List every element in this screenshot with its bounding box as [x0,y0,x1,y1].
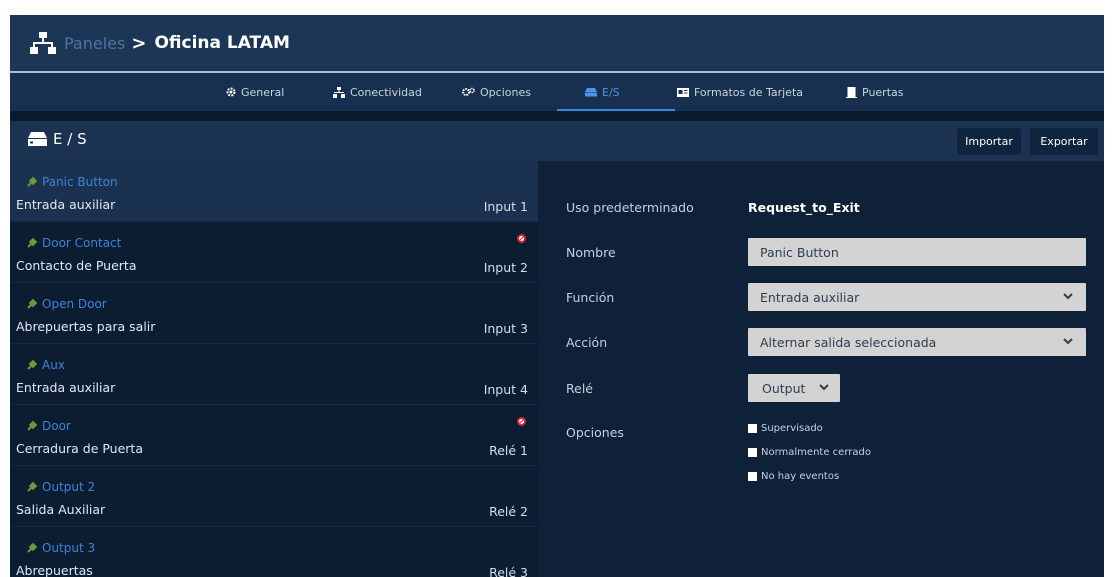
detail-panel: Uso predeterminado Request_to_Exit Nombr… [550,161,1104,577]
list-item-port: Relé 2 [489,504,528,519]
tab-label: Puertas [862,85,904,99]
list-item-name: Output 2 [26,480,95,494]
list-item-name: Door Contact [26,236,121,250]
name-label: Nombre [566,245,616,260]
list-item[interactable]: Output 3 Abrepuertas Relé 3 [10,527,538,577]
list-item[interactable]: Open Door Abrepuertas para salir Input 3 [10,283,538,344]
list-item[interactable]: Panic Button Entrada auxiliar Input 1 [10,161,538,222]
list-item-port: Relé 3 [489,565,528,577]
list-item[interactable]: Aux Entrada auxiliar Input 4 [10,344,538,405]
checkbox-box[interactable] [748,448,757,457]
plug-icon [27,176,38,187]
section-gap [10,111,1104,121]
option-label: No hay eventos [761,471,840,482]
option-label: Normalmente cerrado [761,447,871,458]
plug-icon [27,542,38,553]
function-select[interactable]: Entrada auxiliar [748,283,1086,311]
gear-icon [226,87,236,97]
list-item-name: Open Door [26,297,107,311]
card-icon [677,87,689,97]
network-icon [333,86,345,98]
import-button[interactable]: Importar [957,128,1021,155]
action-label: Acción [566,335,608,350]
list-item[interactable]: Door Cerradura de Puerta Relé 1 [10,405,538,466]
panel-title-text: E / S [53,130,87,148]
list-item-description: Abrepuertas para salir [16,319,156,334]
list-item-name: Door [26,419,71,433]
tab-general[interactable]: General [226,73,284,111]
tab-label: Conectividad [350,85,422,99]
list-item-description: Entrada auxiliar [16,380,116,395]
relay-select-value: Output [762,380,806,396]
list-item[interactable]: Output 2 Salida Auxiliar Relé 2 [10,466,538,527]
list-item-port: Input 4 [483,382,528,397]
gears-icon [462,87,475,96]
tab-conectividad[interactable]: Conectividad [333,73,422,111]
option-no-hay-eventos-checkbox[interactable]: No hay eventos [748,471,839,482]
option-supervisado-checkbox[interactable]: Supervisado [748,423,823,434]
checkbox-box[interactable] [748,472,757,481]
action-select-value: Alternar salida seleccionada [760,334,937,350]
list-item-name: Output 3 [26,541,95,555]
relay-select[interactable]: Output [748,374,840,402]
list-item-name: Aux [26,358,65,372]
tab-bar: General Conectividad Opciones E/S Format… [10,73,1104,111]
options-label: Opciones [566,425,624,440]
chevron-down-icon [819,384,829,391]
breadcrumb-separator: > [131,32,147,54]
list-item[interactable]: Door Contact Contacto de Puerta Input 2 [10,222,538,283]
chevron-down-icon [1063,338,1073,345]
list-item-description: Entrada auxiliar [16,197,116,212]
function-label: Función [566,290,615,305]
list-item-port: Input 1 [483,199,528,214]
list-item-description: Salida Auxiliar [16,502,106,517]
tab-label: Opciones [480,85,531,99]
name-field[interactable]: Panic Button [748,238,1086,266]
export-button[interactable]: Exportar [1030,128,1098,155]
panel-header: E / S Importar Exportar [10,121,1104,161]
page-title: Oficina LATAM [154,33,290,53]
breadcrumb-parent-link[interactable]: Paneles [64,34,125,53]
list-item-name: Panic Button [26,175,118,189]
plug-icon [27,237,38,248]
list-item-port: Relé 1 [489,443,528,458]
tab-e-s[interactable]: E/S [585,73,620,111]
alert-flag-icon [517,234,526,243]
list-item-port: Input 3 [483,321,528,336]
door-icon [846,86,857,98]
function-select-value: Entrada auxiliar [760,289,860,305]
plug-icon [27,420,38,431]
list-item-description: Cerradura de Puerta [16,441,143,456]
list-item-port: Input 2 [483,260,528,275]
plug-icon [27,481,38,492]
option-normalmente-cerrado-checkbox[interactable]: Normalmente cerrado [748,447,871,458]
default-use-value: Request_to_Exit [748,200,860,215]
tab-label: General [241,85,285,99]
panel-title: E / S [28,130,87,148]
tab-puertas[interactable]: Puertas [846,73,904,111]
network-icon [30,32,56,54]
plug-icon [27,298,38,309]
io-icon [28,132,47,146]
action-select[interactable]: Alternar salida seleccionada [748,328,1086,356]
checkbox-box[interactable] [748,424,757,433]
io-icon [585,87,597,96]
chevron-down-icon [1063,293,1073,300]
tab-label: Formatos de Tarjeta [694,85,804,99]
alert-flag-icon [517,417,526,426]
list-item-description: Abrepuertas [16,563,93,577]
top-bar: Paneles > Oficina LATAM [10,15,1104,71]
tab-label: E/S [602,85,620,99]
tab-opciones[interactable]: Opciones [462,73,531,111]
default-use-label: Uso predeterminado [566,200,694,215]
list-item-description: Contacto de Puerta [16,258,137,273]
option-label: Supervisado [761,423,823,434]
app-frame: Paneles > Oficina LATAM General Conectiv… [10,15,1104,577]
tab-formatos-de-tarjeta[interactable]: Formatos de Tarjeta [677,73,803,111]
io-list: Panic Button Entrada auxiliar Input 1 Do… [10,161,538,577]
plug-icon [27,359,38,370]
relay-label: Relé [566,381,593,396]
